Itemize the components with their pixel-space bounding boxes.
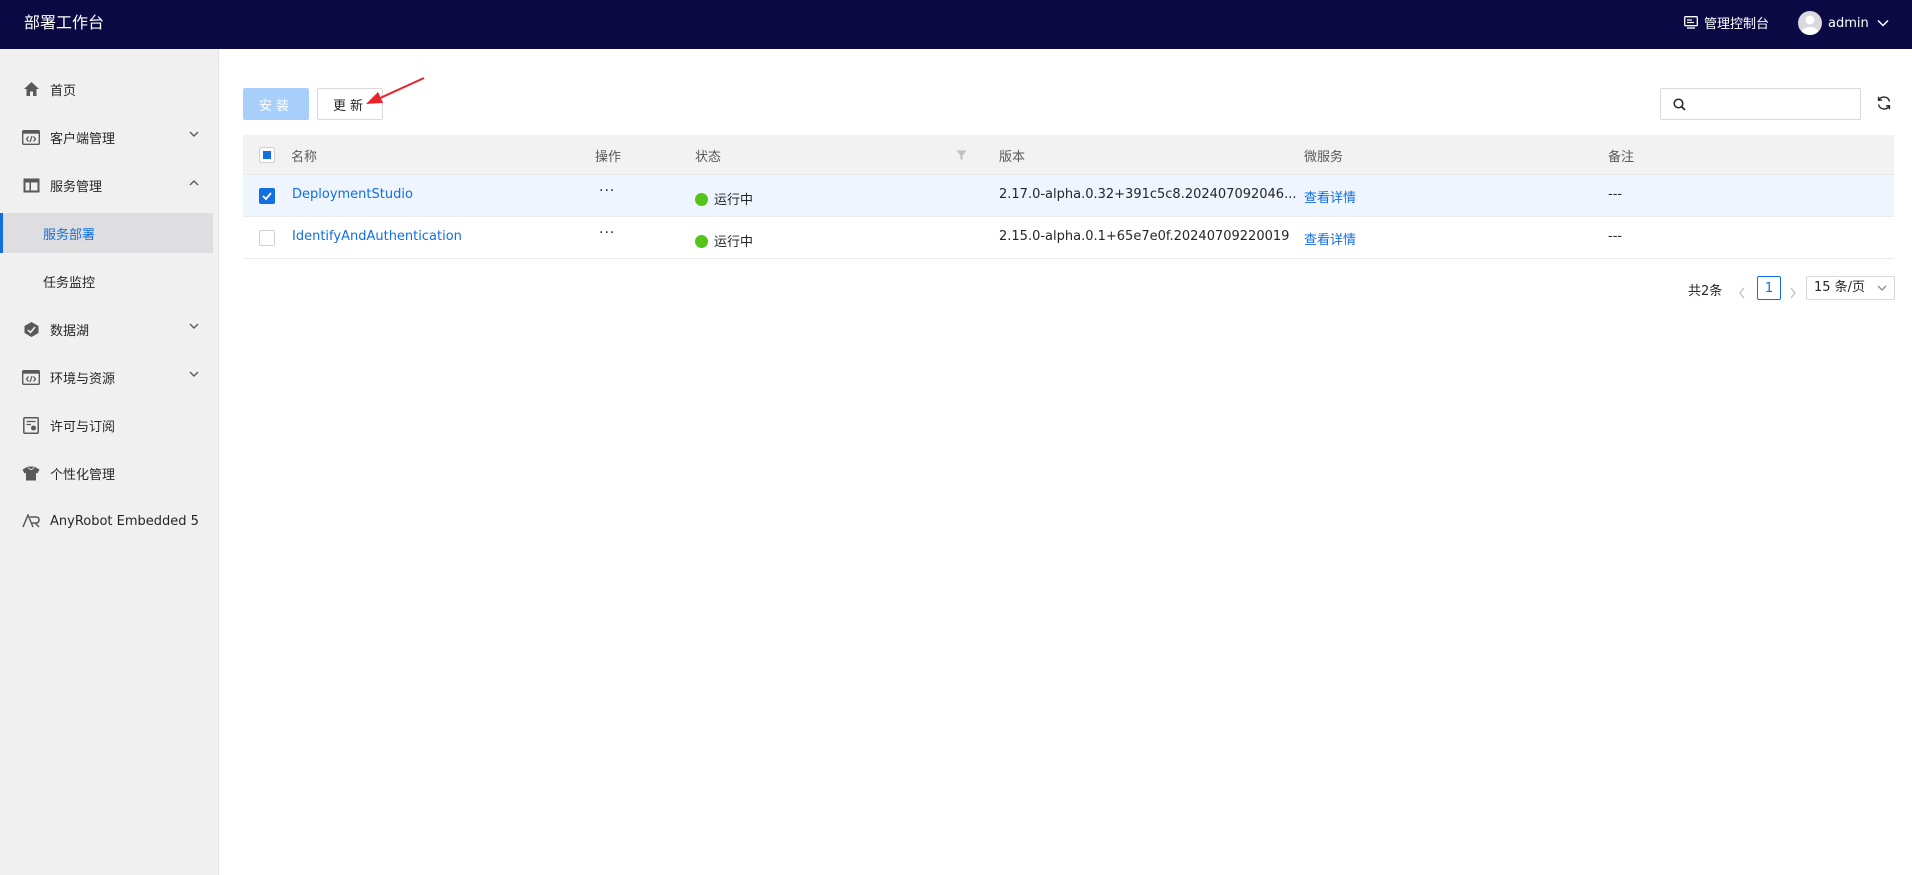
check-icon <box>262 192 272 201</box>
status-dot <box>695 235 708 248</box>
code-window-icon <box>22 128 40 146</box>
chevron-down-icon <box>189 131 199 137</box>
annotation-arrow-icon <box>366 77 425 104</box>
update-button[interactable]: 更新 <box>317 88 383 120</box>
remark-cell: --- <box>1608 187 1623 202</box>
sidebar-item-environment-resources[interactable]: 环境与资源 <box>0 357 213 397</box>
code-window-icon <box>22 368 40 386</box>
app-title: 部署工作台 <box>24 13 105 32</box>
column-header-remark: 备注 <box>1608 150 1635 165</box>
chevron-down-icon <box>1877 19 1889 27</box>
table-row[interactable]: DeploymentStudio ··· 运行中 2.17.0-alpha.0.… <box>243 175 1894 217</box>
sidebar-item-service-deployment[interactable]: 服务部署 <box>0 213 213 253</box>
license-icon <box>22 416 40 434</box>
sidebar-item-label: 数据湖 <box>50 323 90 339</box>
status-text: 运行中 <box>714 235 754 250</box>
user-icon <box>1801 15 1819 35</box>
sidebar-item-service-management[interactable]: 服务管理 <box>0 165 213 205</box>
column-header-name: 名称 <box>291 150 318 165</box>
console-icon <box>1684 16 1698 29</box>
version-cell: 2.15.0-alpha.0.1+65e7e0f.20240709220019 <box>999 229 1290 244</box>
chevron-down-icon <box>189 323 199 329</box>
avatar <box>1798 11 1822 35</box>
sidebar-item-label: 环境与资源 <box>50 371 116 387</box>
table-header: 名称 操作 状态 版本 微服务 备注 <box>243 135 1894 175</box>
install-button[interactable]: 安装 <box>243 88 309 120</box>
table-row[interactable]: IdentifyAndAuthentication ··· 运行中 2.15.0… <box>243 217 1894 259</box>
sidebar-item-home[interactable]: 首页 <box>0 69 213 109</box>
status-cell: 运行中 <box>695 189 753 208</box>
sidebar-item-task-monitoring[interactable]: 任务监控 <box>0 261 213 301</box>
prev-page-icon[interactable] <box>1737 281 1747 305</box>
sidebar-item-label: 服务管理 <box>50 179 103 195</box>
status-cell: 运行中 <box>695 231 753 250</box>
service-name-link[interactable]: DeploymentStudio <box>292 187 413 202</box>
pagination-total: 共2条 <box>1688 284 1723 299</box>
row-checkbox[interactable] <box>259 188 275 204</box>
user-menu[interactable]: admin <box>1798 11 1889 35</box>
chevron-down-icon <box>189 371 199 377</box>
sidebar: 首页 客户端管理 服务管理 服务部署 任务监控 数据湖 环境与资源 许可与订阅 … <box>0 49 219 875</box>
sidebar-item-data-lake[interactable]: 数据湖 <box>0 309 213 349</box>
sidebar-item-label: 个性化管理 <box>50 467 116 483</box>
home-icon <box>22 80 40 98</box>
column-header-status: 状态 <box>695 150 722 165</box>
service-name-link[interactable]: IdentifyAndAuthentication <box>292 229 462 244</box>
page-number-current[interactable]: 1 <box>1757 276 1781 300</box>
shirt-icon <box>22 464 40 482</box>
page-size-value: 15 条/页 <box>1814 280 1866 295</box>
select-all-checkbox[interactable] <box>259 147 275 163</box>
more-actions-button[interactable]: ··· <box>599 225 615 241</box>
anyrobot-logo-icon <box>22 512 40 530</box>
search-input[interactable] <box>1693 93 1853 115</box>
sidebar-item-label: AnyRobot Embedded 5 <box>50 513 199 529</box>
sidebar-item-client-management[interactable]: 客户端管理 <box>0 117 213 157</box>
search-box <box>1660 88 1861 120</box>
status-text: 运行中 <box>714 193 754 208</box>
username: admin <box>1828 15 1869 31</box>
sidebar-item-label: 任务监控 <box>43 275 96 291</box>
sidebar-item-label: 服务部署 <box>43 227 96 243</box>
filter-icon[interactable] <box>956 150 967 161</box>
sidebar-item-label: 首页 <box>50 83 77 99</box>
search-icon <box>1673 98 1686 111</box>
top-bar: 部署工作台 管理控制台 admin <box>0 0 1912 49</box>
remark-cell: --- <box>1608 229 1623 244</box>
page-size-select[interactable]: 15 条/页 <box>1806 276 1895 300</box>
sidebar-item-personalization[interactable]: 个性化管理 <box>0 453 213 493</box>
sidebar-item-label: 许可与订阅 <box>50 419 116 435</box>
sidebar-item-label: 客户端管理 <box>50 131 116 147</box>
column-header-actions: 操作 <box>595 150 622 165</box>
more-actions-button[interactable]: ··· <box>599 183 615 199</box>
version-cell: 2.17.0-alpha.0.32+391c5c8.202407092046..… <box>999 187 1297 202</box>
admin-console-label: 管理控制台 <box>1704 17 1770 32</box>
view-details-link[interactable]: 查看详情 <box>1304 187 1356 206</box>
refresh-icon[interactable] <box>1876 95 1892 111</box>
next-page-icon[interactable] <box>1788 281 1798 305</box>
admin-console-link[interactable]: 管理控制台 <box>1684 13 1769 32</box>
status-dot <box>695 193 708 206</box>
sidebar-item-anyrobot[interactable]: AnyRobot Embedded 5 <box>0 501 213 541</box>
chevron-down-icon <box>1877 285 1887 291</box>
column-header-microservice: 微服务 <box>1304 150 1344 165</box>
hexagon-icon <box>22 320 40 338</box>
layout-icon <box>22 176 40 194</box>
sidebar-item-license-subscription[interactable]: 许可与订阅 <box>0 405 213 445</box>
view-details-link[interactable]: 查看详情 <box>1304 229 1356 248</box>
row-checkbox[interactable] <box>259 230 275 246</box>
column-header-version: 版本 <box>999 150 1026 165</box>
chevron-up-icon <box>189 180 199 186</box>
